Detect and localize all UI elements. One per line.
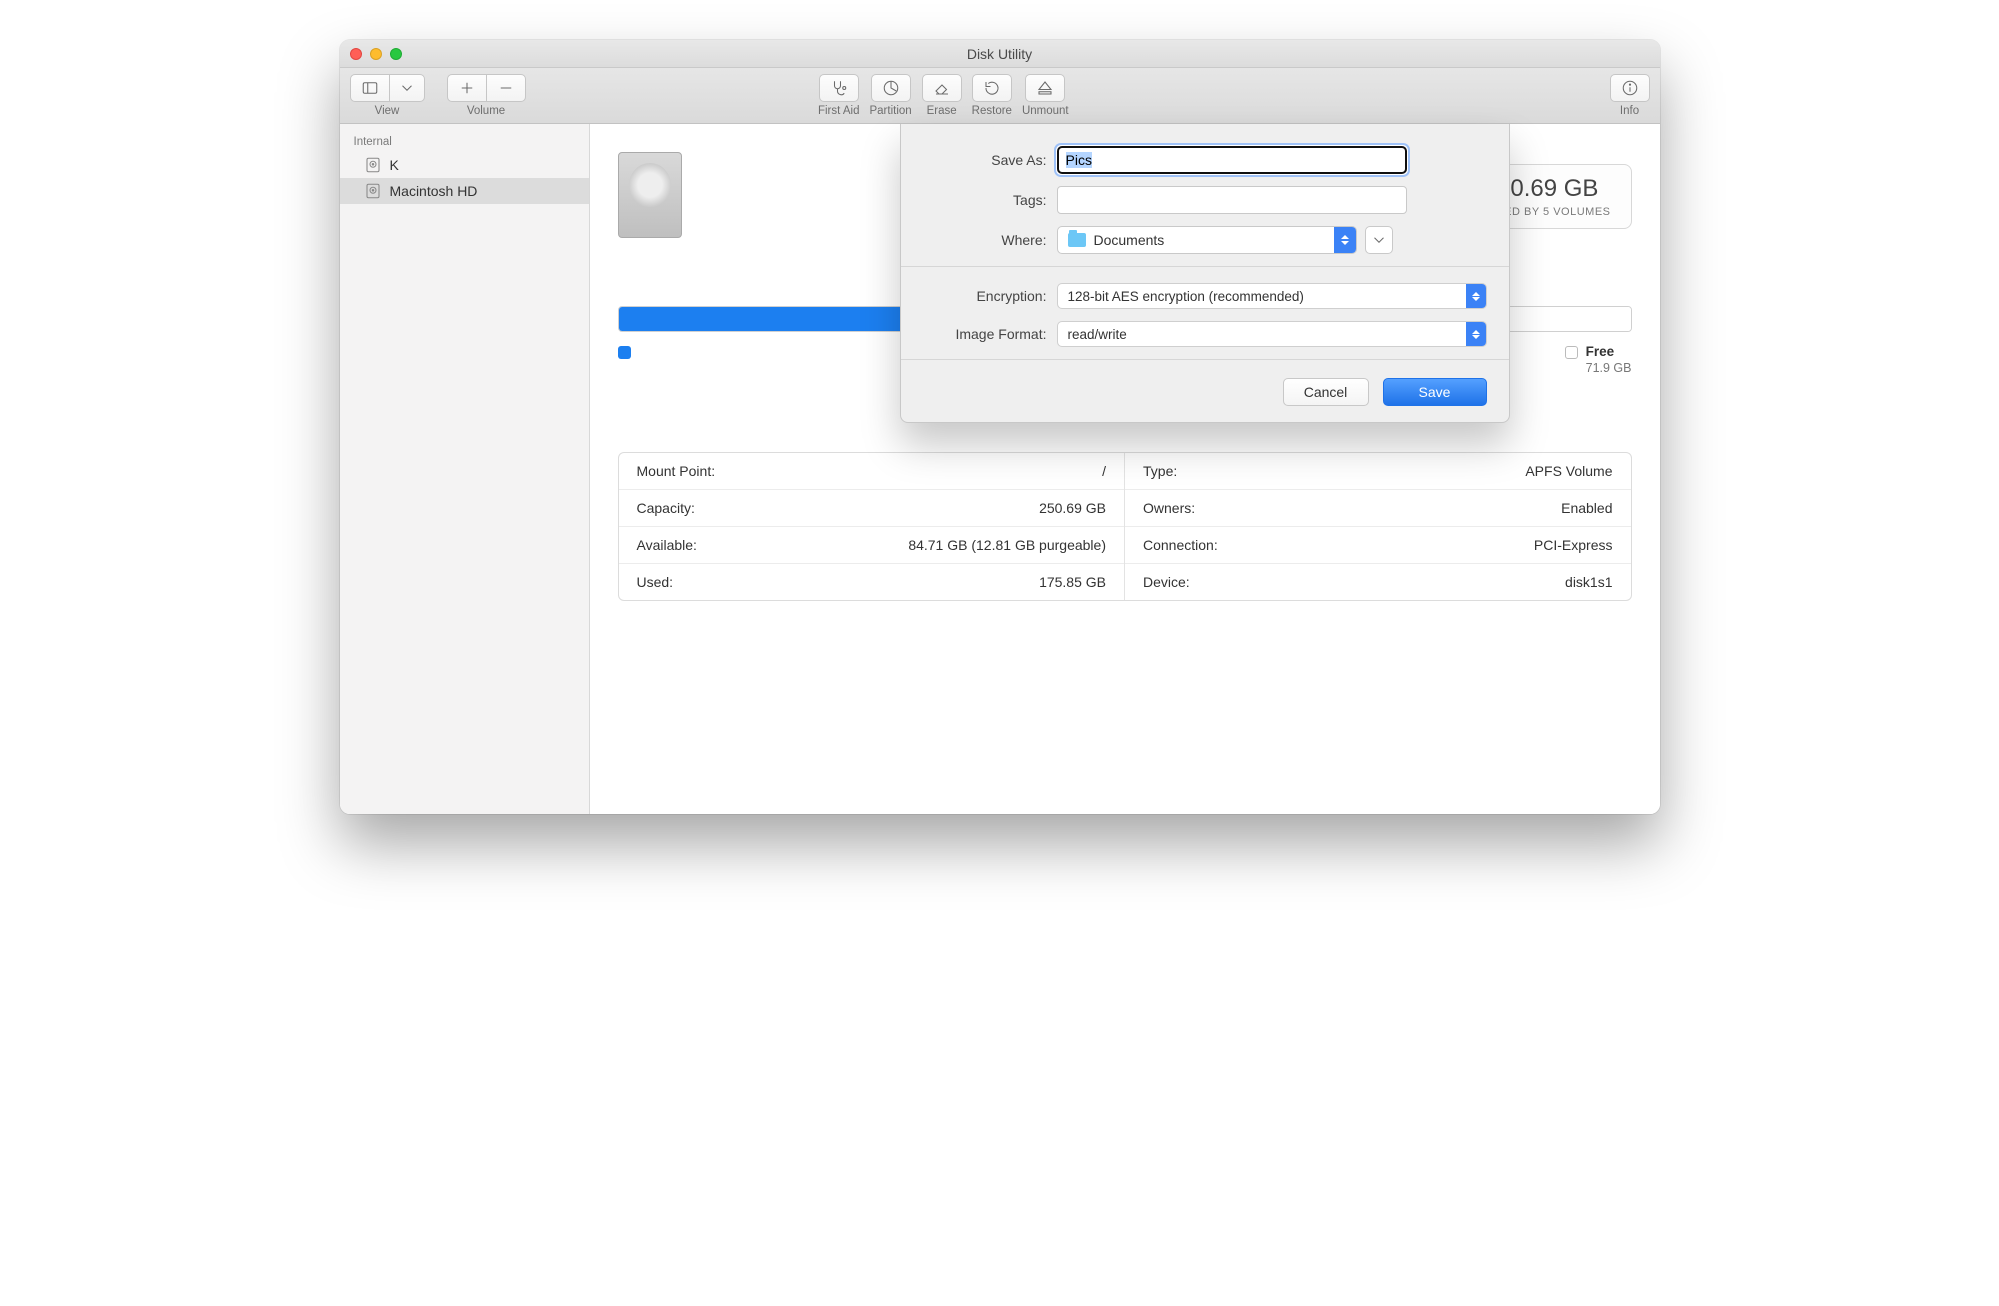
minus-icon (497, 79, 515, 97)
detail-value: PCI-Express (1534, 537, 1613, 553)
updown-arrows-icon (1466, 322, 1486, 346)
legend-free: Free 71.9 GB (1565, 344, 1632, 375)
detail-key: Device: (1143, 574, 1190, 590)
window-title: Disk Utility (340, 46, 1660, 62)
detail-key: Mount Point: (637, 463, 716, 479)
chevron-down-icon (398, 79, 416, 97)
restore-label: Restore (972, 105, 1012, 117)
swatch-used (618, 346, 631, 359)
detail-key: Capacity: (637, 500, 695, 516)
sidebar: Internal K Macintosh HD (340, 124, 590, 814)
details-table: Mount Point: / Capacity: 250.69 GB Availab… (618, 452, 1632, 601)
detail-value: 175.85 GB (1039, 574, 1106, 590)
unmount-button[interactable] (1025, 74, 1065, 102)
main-pane: 250.69 GB SHARED BY 5 VOLUMES (590, 124, 1660, 814)
detail-value: Enabled (1561, 500, 1612, 516)
erase-label: Erase (927, 105, 957, 117)
updown-arrows-icon (1334, 227, 1356, 253)
save-button[interactable]: Save (1383, 378, 1487, 406)
disk-utility-window: Disk Utility View (340, 40, 1660, 814)
view-menu-button[interactable] (389, 74, 425, 102)
disk-icon (364, 182, 382, 200)
save-sheet: Save As: Tags: Where: (900, 124, 1510, 423)
stethoscope-icon (830, 79, 848, 97)
save-as-label: Save As: (923, 152, 1057, 168)
where-label: Where: (923, 232, 1057, 248)
detail-value: 250.69 GB (1039, 500, 1106, 516)
view-sidebar-button[interactable] (350, 74, 390, 102)
sidebar-item-k[interactable]: K (340, 152, 589, 178)
sidebar-icon (361, 79, 379, 97)
detail-value: 84.71 GB (12.81 GB purgeable) (908, 537, 1106, 553)
restore-icon (983, 79, 1001, 97)
toolbar: View Volume First Aid (340, 68, 1660, 124)
legend-used (618, 344, 639, 375)
eject-icon (1036, 79, 1054, 97)
detail-value: APFS Volume (1525, 463, 1612, 479)
first-aid-button[interactable] (819, 74, 859, 102)
info-button[interactable] (1610, 74, 1650, 102)
eraser-icon (933, 79, 951, 97)
remove-volume-button[interactable] (486, 74, 526, 102)
unmount-label: Unmount (1022, 105, 1069, 117)
tags-input[interactable] (1057, 186, 1407, 214)
detail-key: Used: (637, 574, 674, 590)
sidebar-item-label: K (390, 157, 399, 173)
cancel-button[interactable]: Cancel (1283, 378, 1369, 406)
encryption-label: Encryption: (923, 288, 1057, 304)
info-label: Info (1620, 105, 1639, 117)
save-as-input[interactable] (1057, 146, 1407, 174)
first-aid-label: First Aid (818, 105, 860, 117)
plus-icon (458, 79, 476, 97)
image-format-label: Image Format: (923, 326, 1057, 342)
pie-icon (882, 79, 900, 97)
encryption-dropdown[interactable]: 128-bit AES encryption (recommended) (1057, 283, 1487, 309)
detail-key: Connection: (1143, 537, 1218, 553)
hard-drive-icon (618, 152, 682, 238)
image-format-dropdown[interactable]: read/write (1057, 321, 1487, 347)
folder-icon (1068, 233, 1086, 247)
titlebar: Disk Utility (340, 40, 1660, 68)
detail-value: disk1s1 (1565, 574, 1612, 590)
expand-save-dialog-button[interactable] (1365, 226, 1393, 254)
sidebar-header-internal: Internal (340, 134, 589, 152)
info-icon (1621, 79, 1639, 97)
partition-button[interactable] (871, 74, 911, 102)
view-label: View (375, 105, 400, 117)
detail-key: Available: (637, 537, 697, 553)
detail-value: / (1102, 463, 1106, 479)
disk-icon (364, 156, 382, 174)
legend-free-value: 71.9 GB (1586, 361, 1632, 375)
sidebar-item-macintosh-hd[interactable]: Macintosh HD (340, 178, 589, 204)
restore-button[interactable] (972, 74, 1012, 102)
swatch-free (1565, 346, 1578, 359)
encryption-value: 128-bit AES encryption (recommended) (1068, 289, 1304, 304)
where-popup[interactable]: Documents (1057, 226, 1357, 254)
detail-key: Type: (1143, 463, 1177, 479)
chevron-down-icon (1370, 231, 1388, 249)
sidebar-item-label: Macintosh HD (390, 183, 478, 199)
volume-label: Volume (467, 105, 505, 117)
legend-free-label: Free (1586, 344, 1615, 359)
add-volume-button[interactable] (447, 74, 487, 102)
erase-button[interactable] (922, 74, 962, 102)
where-value: Documents (1094, 232, 1165, 248)
tags-label: Tags: (923, 192, 1057, 208)
partition-label: Partition (869, 105, 911, 117)
image-format-value: read/write (1068, 327, 1127, 342)
updown-arrows-icon (1466, 284, 1486, 308)
detail-key: Owners: (1143, 500, 1195, 516)
